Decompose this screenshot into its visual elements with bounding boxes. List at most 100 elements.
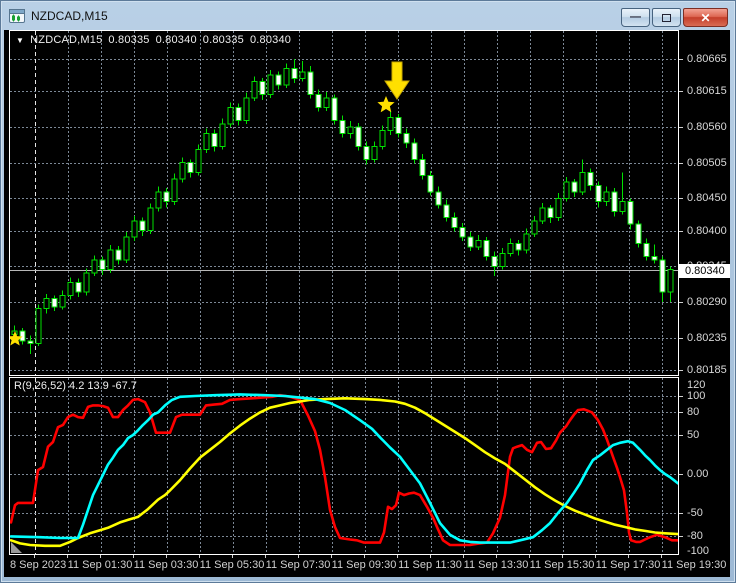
candle-body xyxy=(419,158,426,177)
time-tick xyxy=(562,555,563,558)
time-tick xyxy=(331,555,332,558)
candle-body xyxy=(91,259,98,274)
time-tick xyxy=(463,555,464,558)
header-open: 0.80335 xyxy=(108,34,150,46)
time-axis-label: 11 Sep 03:30 xyxy=(133,559,199,571)
time-axis-label: 11 Sep 15:30 xyxy=(529,559,595,571)
candle-body xyxy=(51,298,58,308)
candle-body xyxy=(515,243,522,251)
time-axis-label: 11 Sep 19:30 xyxy=(661,559,727,571)
oscillator-axis-label: -50 xyxy=(687,507,703,519)
candle-body xyxy=(523,233,530,251)
candle-body xyxy=(123,236,130,261)
candle-body xyxy=(403,133,410,144)
candle-body xyxy=(635,223,642,245)
candle-body xyxy=(507,243,514,254)
oscillator-axis-label: 50 xyxy=(687,429,700,441)
time-axis[interactable]: 8 Sep 2023 11 Sep 01:30 11 Sep 03:30 11 Sep… xyxy=(9,555,730,575)
candle-body xyxy=(219,123,226,147)
chart-client-area: ▼ NZDCAD,M15 0.80335 0.80340 0.80335 0.80340 … xyxy=(4,30,730,577)
candle-body xyxy=(195,149,202,173)
candle-body xyxy=(275,74,282,86)
candle-body xyxy=(83,272,90,293)
candle-body xyxy=(483,239,490,258)
candle-body xyxy=(99,259,106,271)
candle-body xyxy=(139,220,146,232)
close-button[interactable]: ✕ xyxy=(683,8,728,27)
candle-body xyxy=(107,249,114,271)
axis-tick xyxy=(679,513,683,514)
candle-body xyxy=(243,97,250,122)
time-tick xyxy=(100,555,101,558)
candle-body xyxy=(187,162,194,173)
time-axis-label: 11 Sep 07:30 xyxy=(265,559,331,571)
candle-body xyxy=(587,171,594,186)
time-tick xyxy=(529,555,530,558)
candle-body xyxy=(595,184,602,203)
time-tick xyxy=(595,555,596,558)
candle-body xyxy=(163,191,170,203)
time-tick xyxy=(496,555,497,558)
time-tick xyxy=(364,555,365,558)
app-icon xyxy=(9,9,25,23)
oscillator-pane[interactable]: R(9,26,52) 4.2 13.9 -67.7 xyxy=(9,377,679,555)
axis-tick xyxy=(679,536,683,537)
candle-body xyxy=(619,201,626,212)
axis-tick xyxy=(679,435,683,436)
oscillator-axis-label: -80 xyxy=(687,530,703,542)
axis-tick xyxy=(679,127,683,128)
minimize-button[interactable]: — xyxy=(621,8,650,27)
time-axis-label: 11 Sep 17:30 xyxy=(595,559,661,571)
window-title: NZDCAD,M15 xyxy=(31,9,108,23)
oscillator-pane-canvas[interactable] xyxy=(10,378,678,554)
candle-body xyxy=(491,256,498,267)
candle-body xyxy=(651,256,658,261)
candle-body xyxy=(371,145,378,160)
candle-body xyxy=(19,330,26,342)
candle-body xyxy=(379,129,386,147)
restore-icon xyxy=(662,13,671,22)
time-tick xyxy=(34,555,35,558)
chart-header: ▼ NZDCAD,M15 0.80335 0.80340 0.80335 0.80340 xyxy=(16,34,297,46)
candle-body xyxy=(59,294,66,308)
candle-body xyxy=(667,269,674,293)
candle-body xyxy=(467,236,474,248)
axis-tick xyxy=(679,338,683,339)
price-axis-label: 0.80450 xyxy=(687,192,727,204)
candle-body xyxy=(443,204,450,219)
restore-button[interactable] xyxy=(652,8,681,27)
price-axis-label: 0.80505 xyxy=(687,157,727,169)
price-axis-label: 0.80665 xyxy=(687,53,727,65)
candle-body xyxy=(539,207,546,222)
title-bar[interactable]: NZDCAD,M15 — ✕ xyxy=(0,0,736,30)
candle-body xyxy=(395,116,402,135)
time-tick xyxy=(661,555,662,558)
sell-arrow-icon xyxy=(384,61,410,100)
mt4-chart-window: NZDCAD,M15 — ✕ ▼ NZDCAD,M15 0.80335 0.80340… xyxy=(0,0,736,583)
candle-body xyxy=(603,191,610,203)
time-axis-label: 8 Sep 2023 xyxy=(10,559,67,571)
header-close: 0.80340 xyxy=(249,34,292,46)
candle-body xyxy=(451,217,458,228)
axis-tick xyxy=(679,59,683,60)
candle-body xyxy=(555,197,562,219)
candle-body xyxy=(355,126,362,147)
candle-body xyxy=(147,207,154,232)
time-tick xyxy=(628,555,629,558)
time-tick xyxy=(67,555,68,558)
price-axis-label: 0.80615 xyxy=(687,85,727,97)
candle-body xyxy=(267,74,274,96)
axis-tick xyxy=(679,91,683,92)
axis-tick xyxy=(679,370,683,371)
candle-body xyxy=(643,243,650,258)
price-axis-label: 0.80290 xyxy=(687,296,727,308)
price-axis[interactable]: 0.80665 0.80615 0.80560 0.80505 0.80450 0.804… xyxy=(678,30,730,576)
candle-body xyxy=(203,133,210,151)
time-axis-label: 11 Sep 05:30 xyxy=(199,559,265,571)
axis-tick xyxy=(679,302,683,303)
price-pane-canvas[interactable] xyxy=(10,31,678,375)
time-tick xyxy=(298,555,299,558)
price-pane[interactable]: ▼ NZDCAD,M15 0.80335 0.80340 0.80335 0.80340 xyxy=(9,30,679,376)
candle-body xyxy=(283,68,290,86)
candle-body xyxy=(459,226,466,238)
